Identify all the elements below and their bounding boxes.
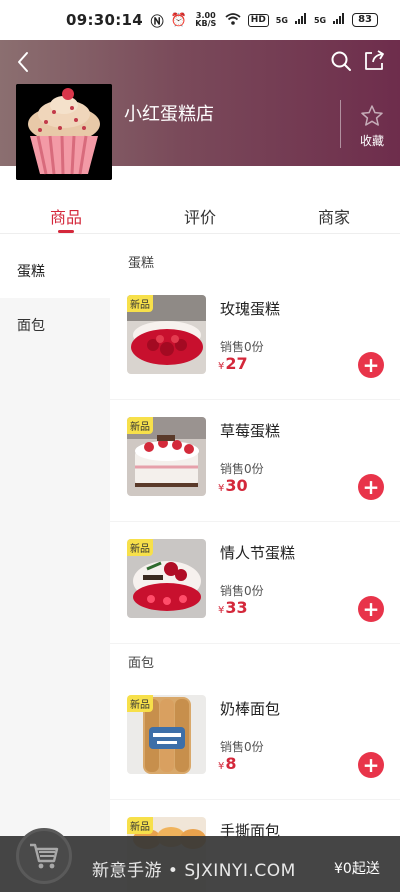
add-to-cart-button[interactable]: + xyxy=(358,474,384,500)
tab-bar: 商品 评价 商家 xyxy=(0,190,400,234)
tab-products[interactable]: 商品 xyxy=(50,204,82,228)
alarm-icon: ⏰ xyxy=(170,12,187,28)
search-button[interactable] xyxy=(330,50,352,72)
product-name: 草莓蛋糕 xyxy=(220,422,281,440)
product-list[interactable]: 蛋糕 新品 玫瑰蛋糕 销售0份 ¥27 + 新品 草莓蛋糕 销售0份 ¥30 +… xyxy=(110,244,400,892)
cupcake-icon xyxy=(16,84,112,180)
cart-button[interactable] xyxy=(16,828,72,884)
product-price: ¥8 xyxy=(218,754,237,773)
hd-badge: HD xyxy=(247,13,269,27)
product-item[interactable]: 新品 奶棒面包 销售0份 ¥8 + xyxy=(110,678,400,800)
product-item[interactable]: 新品 情人节蛋糕 销售0份 ¥33 + xyxy=(110,522,400,644)
status-icons: Ⓝ ⏰ 3.00 KB/S HD 5G 5G 83 xyxy=(151,11,378,30)
section-title-bread: 面包 xyxy=(128,655,155,671)
tab-indicator xyxy=(58,230,74,233)
new-badge: 新品 xyxy=(127,295,153,312)
divider xyxy=(340,100,341,148)
product-name: 奶棒面包 xyxy=(220,700,281,718)
shop-logo xyxy=(16,84,112,180)
section-title-cake: 蛋糕 xyxy=(128,255,155,271)
product-sales: 销售0份 xyxy=(220,340,264,354)
min-order-label: ¥0起送 xyxy=(334,861,380,877)
product-name: 情人节蛋糕 xyxy=(220,544,296,562)
plus-icon: + xyxy=(362,353,380,377)
product-price: ¥30 xyxy=(218,476,248,495)
add-to-cart-button[interactable]: + xyxy=(358,596,384,622)
share-icon xyxy=(365,50,384,70)
add-to-cart-button[interactable]: + xyxy=(358,752,384,778)
shop-name: 小红蛋糕店 xyxy=(124,104,214,125)
shop-header: 小红蛋糕店 收藏 xyxy=(0,40,400,180)
product-sales: 销售0份 xyxy=(220,740,264,754)
category-sidebar: 蛋糕 面包 xyxy=(0,244,110,892)
signal-icon-2 xyxy=(333,13,345,27)
new-badge: 新品 xyxy=(127,539,153,556)
sidebar-item-bread[interactable]: 面包 xyxy=(0,298,110,352)
star-icon xyxy=(361,105,383,126)
new-badge: 新品 xyxy=(127,695,153,712)
shopping-cart-icon xyxy=(30,843,59,869)
new-badge: 新品 xyxy=(127,417,153,434)
status-time: 09:30:14 xyxy=(66,11,144,29)
product-name: 玫瑰蛋糕 xyxy=(220,300,281,318)
product-price: ¥27 xyxy=(218,354,248,373)
signal-label-2: 5G xyxy=(313,15,327,25)
product-item[interactable]: 新品 草莓蛋糕 销售0份 ¥30 + xyxy=(110,400,400,522)
product-image: 新品 xyxy=(127,417,206,496)
plus-icon: + xyxy=(362,475,380,499)
sidebar-item-cake[interactable]: 蛋糕 xyxy=(0,244,110,298)
chevron-left-icon xyxy=(18,52,28,72)
battery-indicator: 83 xyxy=(352,13,378,27)
product-price: ¥33 xyxy=(218,598,248,617)
search-icon xyxy=(331,51,351,71)
signal-label-1: 5G xyxy=(275,15,288,25)
watermark: 新意手游 • SJXINYI.COM xyxy=(92,861,296,881)
plus-icon: + xyxy=(362,753,380,777)
product-image: 新品 xyxy=(127,295,206,374)
cart-bar: 新意手游 • SJXINYI.COM ¥0起送 xyxy=(0,828,400,892)
status-bar: 09:30:14 Ⓝ ⏰ 3.00 KB/S HD 5G 5G 83 xyxy=(0,0,400,40)
product-sales: 销售0份 xyxy=(220,584,264,598)
wifi-icon xyxy=(225,12,241,28)
product-image: 新品 xyxy=(127,539,206,618)
network-speed: 3.00 KB/S xyxy=(195,11,217,28)
nfc-icon: Ⓝ xyxy=(150,14,164,30)
product-image: 新品 xyxy=(127,695,206,774)
product-sales: 销售0份 xyxy=(220,462,264,476)
plus-icon: + xyxy=(362,597,380,621)
product-item[interactable]: 新品 玫瑰蛋糕 销售0份 ¥27 + xyxy=(110,278,400,400)
tab-reviews[interactable]: 评价 xyxy=(184,204,216,228)
favorite-label: 收藏 xyxy=(359,134,384,148)
tab-merchant[interactable]: 商家 xyxy=(318,204,350,228)
signal-icon-1 xyxy=(294,13,307,27)
add-to-cart-button[interactable]: + xyxy=(358,352,384,378)
favorite-button[interactable]: 收藏 xyxy=(350,104,394,154)
new-badge: 新品 xyxy=(127,817,153,834)
share-button[interactable] xyxy=(362,49,386,73)
back-button[interactable] xyxy=(12,50,36,74)
